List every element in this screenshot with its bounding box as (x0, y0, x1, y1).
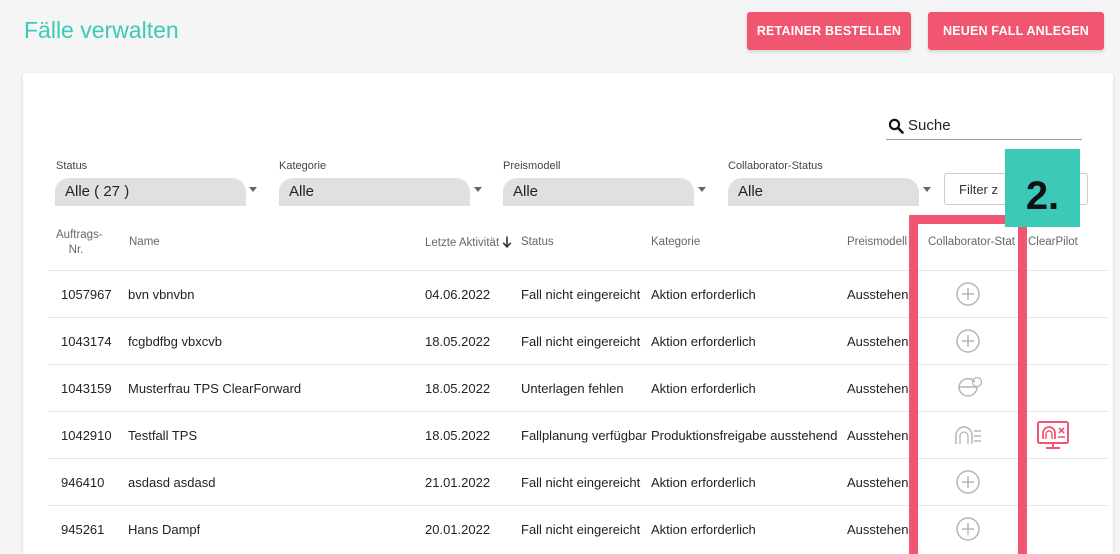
row-kategorie: Produktionsfreigabe ausstehend (651, 428, 838, 443)
row-nr: 1057967 (61, 287, 112, 302)
aligner-chat-icon[interactable] (953, 375, 983, 401)
kategorie-filter-select[interactable]: Alle (279, 178, 470, 206)
column-header-kategorie[interactable]: Kategorie (651, 236, 700, 248)
collaborator-filter-select[interactable]: Alle (728, 178, 919, 206)
clearpilot-icon[interactable] (1036, 420, 1070, 450)
column-header-nr-line1: Auftrags- (56, 229, 103, 241)
column-header-status[interactable]: Status (521, 236, 554, 248)
chevron-down-icon[interactable] (698, 187, 706, 192)
row-date: 04.06.2022 (425, 287, 491, 302)
search-field[interactable]: Suche (886, 115, 1082, 140)
column-header-name[interactable]: Name (129, 236, 160, 248)
chevron-down-icon[interactable] (923, 187, 931, 192)
row-preismodell: Ausstehen (847, 428, 909, 443)
plus-circle-icon[interactable] (953, 328, 983, 354)
column-header-nr-line2: Nr. (68, 244, 84, 256)
row-preismodell: Ausstehen (847, 522, 909, 537)
plus-circle-icon[interactable] (953, 469, 983, 495)
row-date: 18.05.2022 (425, 428, 491, 443)
row-status: Fall nicht eingereicht (521, 334, 641, 349)
row-name: fcgbdfbg vbxcvb (128, 334, 222, 349)
chevron-down-icon[interactable] (474, 187, 482, 192)
collaborator-filter-label: Collaborator-Status (728, 160, 823, 172)
plus-circle-icon[interactable] (953, 516, 983, 542)
row-kategorie: Aktion erforderlich (651, 287, 756, 302)
row-nr: 1042910 (61, 428, 112, 443)
row-date: 21.01.2022 (425, 475, 491, 490)
preismodell-filter-select[interactable]: Alle (503, 178, 694, 206)
kategorie-filter-label: Kategorie (279, 160, 327, 172)
row-kategorie: Aktion erforderlich (651, 522, 756, 537)
row-status: Unterlagen fehlen (521, 381, 624, 396)
table-row[interactable]: 946410 asdasd asdasd 21.01.2022 Fall nic… (48, 458, 1108, 505)
table-row[interactable]: 1043174 fcgbdfbg vbxcvb 18.05.2022 Fall … (48, 317, 1108, 364)
column-header-clearpilot[interactable]: ClearPilot (1028, 236, 1078, 248)
row-kategorie: Aktion erforderlich (651, 475, 756, 490)
neuen-fall-anlegen-button[interactable]: NEUEN FALL ANLEGEN (928, 12, 1104, 50)
text-filter-value: Filter z (959, 182, 998, 197)
row-name: asdasd asdasd (128, 475, 216, 490)
search-icon (888, 118, 904, 134)
row-preismodell: Ausstehen (847, 287, 909, 302)
column-header-collaborator[interactable]: Collaborator-Stat (928, 236, 1016, 248)
plus-circle-icon[interactable] (953, 281, 983, 307)
row-name: Hans Dampf (128, 522, 201, 537)
row-name: Testfall TPS (128, 428, 198, 443)
status-filter-select[interactable]: Alle ( 27 ) (55, 178, 246, 206)
search-label: Suche (908, 117, 951, 134)
row-kategorie: Aktion erforderlich (651, 334, 756, 349)
column-header-preismodell[interactable]: Preismodell (847, 236, 907, 248)
row-preismodell: Ausstehen (847, 334, 909, 349)
table-row[interactable]: 1043159 Musterfrau TPS ClearForward 18.0… (48, 364, 1108, 411)
preismodell-filter-label: Preismodell (503, 160, 561, 172)
status-filter-label: Status (56, 160, 88, 172)
row-nr: 1043159 (61, 381, 112, 396)
row-nr: 946410 (61, 475, 105, 490)
row-preismodell: Ausstehen (847, 381, 909, 396)
row-nr: 1043174 (61, 334, 112, 349)
row-preismodell: Ausstehen (847, 475, 909, 490)
column-header-letzte-aktivitaet-label: Letzte Aktivität (425, 237, 500, 249)
column-header-nr[interactable]: Auftrags- Nr. (56, 228, 103, 258)
row-name: bvn vbnvbn (128, 287, 195, 302)
row-kategorie: Aktion erforderlich (651, 381, 756, 396)
row-date: 18.05.2022 (425, 381, 491, 396)
row-name: Musterfrau TPS ClearForward (128, 381, 302, 396)
row-status: Fall nicht eingereicht (521, 475, 641, 490)
sort-descending-icon[interactable] (502, 236, 512, 248)
page-title: Fälle verwalten (24, 17, 179, 43)
row-nr: 945261 (61, 522, 105, 537)
retainer-bestellen-button[interactable]: RETAINER BESTELLEN (747, 12, 911, 50)
row-status: Fall nicht eingereicht (521, 287, 641, 302)
row-date: 20.01.2022 (425, 522, 491, 537)
table-row[interactable]: 1057967 bvn vbnvbn 04.06.2022 Fall nicht… (48, 270, 1108, 317)
table-row[interactable]: 1042910 Testfall TPS 18.05.2022 Fallplan… (48, 411, 1108, 458)
chevron-down-icon[interactable] (249, 187, 257, 192)
row-date: 18.05.2022 (425, 334, 491, 349)
step-badge: 2. (1005, 149, 1080, 227)
aligner-list-icon[interactable] (953, 422, 983, 448)
row-status: Fallplanung verfügbar (521, 428, 647, 443)
column-header-letzte-aktivitaet[interactable]: Letzte Aktivität (425, 236, 512, 249)
row-status: Fall nicht eingereicht (521, 522, 641, 537)
table-row[interactable]: 945261 Hans Dampf 20.01.2022 Fall nicht … (48, 505, 1108, 552)
